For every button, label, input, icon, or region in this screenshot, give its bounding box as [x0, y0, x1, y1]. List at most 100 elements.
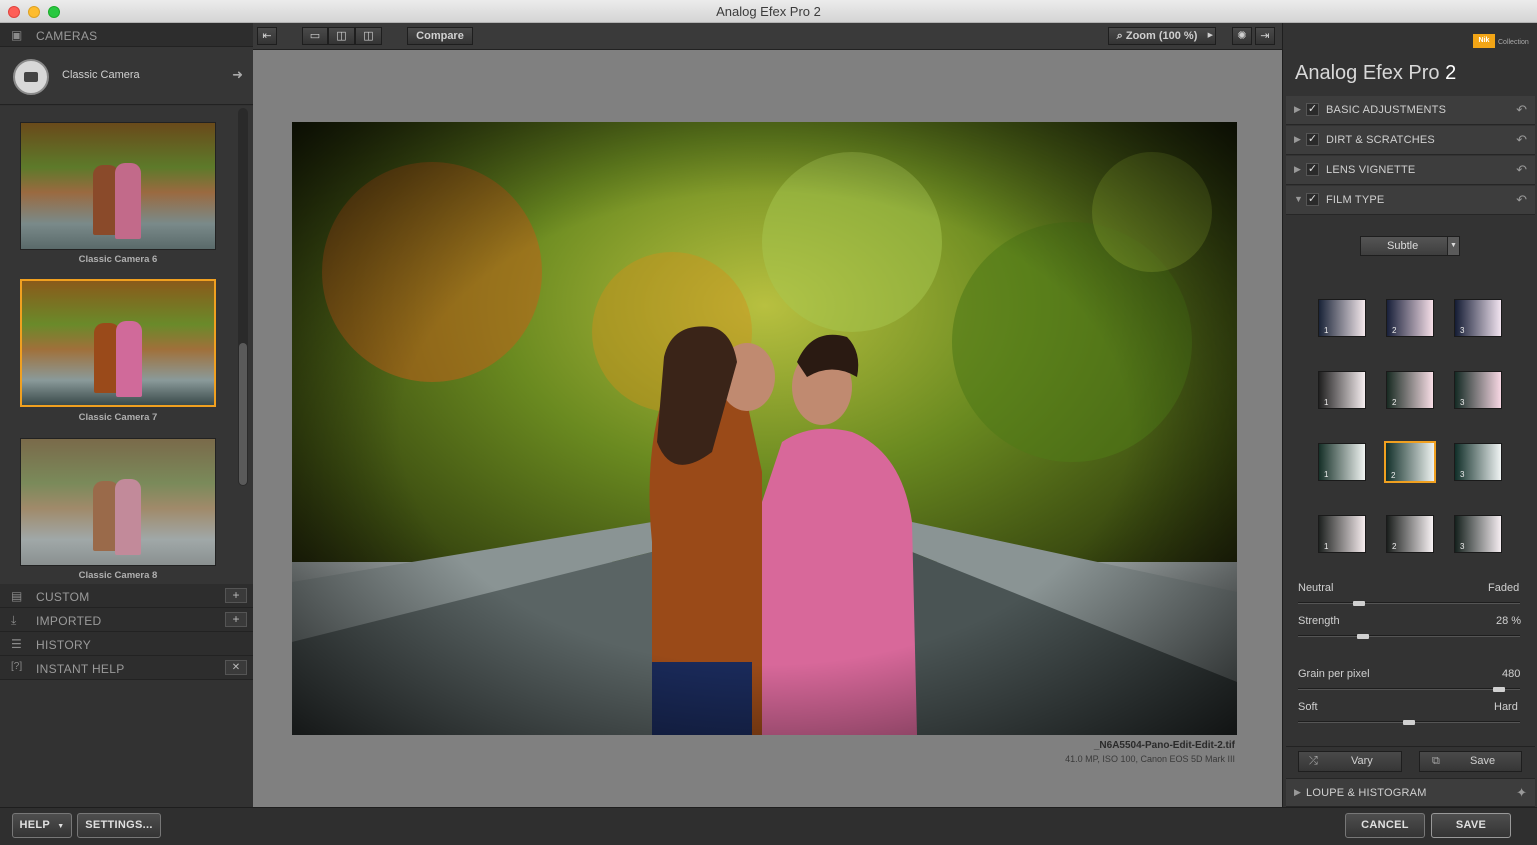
film-swatch[interactable]: 3 — [1454, 371, 1502, 409]
zoom-label: Zoom (100 %) — [1125, 30, 1198, 42]
compare-button[interactable]: Compare — [407, 27, 473, 45]
imported-section[interactable]: ⤓ IMPORTED + — [0, 608, 253, 632]
thumbnail-scrollbar-thumb[interactable] — [239, 343, 247, 485]
shuffle-icon: ⤮ — [1309, 755, 1318, 767]
cancel-button[interactable]: CANCEL — [1345, 813, 1425, 838]
film-swatch[interactable]: 2 — [1386, 299, 1434, 337]
save-preset-button[interactable]: ⧉ Save — [1419, 751, 1522, 772]
strength-value: 28 % — [1496, 615, 1522, 627]
enable-checkbox[interactable]: ✓ — [1306, 133, 1319, 146]
film-swatch-selected[interactable]: 2 — [1384, 441, 1436, 483]
close-instant-help-button[interactable]: ✕ — [225, 660, 247, 675]
view-toolbar: ⇤ ▭ ◫ ◫ Compare ⌕ Zoom (100 %) ▶ ✺ ⇥ — [253, 23, 1282, 50]
preview-photo[interactable] — [292, 122, 1237, 735]
neutral-label: Neutral — [1298, 582, 1334, 594]
zoom-dropdown[interactable]: ⌕ Zoom (100 %) ▶ — [1108, 27, 1216, 45]
strength-label: Strength — [1298, 615, 1340, 627]
enable-checkbox[interactable]: ✓ — [1306, 163, 1319, 176]
add-custom-button[interactable]: + — [225, 588, 247, 603]
nik-collection-logo-text: Collection — [1498, 39, 1529, 46]
product-name: Analog Efex Pro — [1295, 62, 1440, 84]
accordion-dirt-scratches[interactable]: ▶ ✓ DIRT & SCRATCHES ↶ — [1286, 126, 1535, 155]
custom-label: CUSTOM — [36, 590, 90, 604]
strength-slider-knob[interactable] — [1356, 634, 1369, 639]
softness-slider-knob[interactable] — [1403, 720, 1415, 725]
classic-camera-icon — [13, 59, 49, 95]
product-version: 2 — [1445, 62, 1457, 84]
tone-slider-track[interactable] — [1298, 602, 1520, 604]
thumbnail-classic-camera-8[interactable] — [20, 438, 216, 566]
custom-section[interactable]: ▤ CUSTOM + — [0, 584, 253, 608]
reset-icon[interactable]: ↶ — [1516, 132, 1527, 148]
tone-slider-knob[interactable] — [1352, 601, 1365, 606]
arrow-right-icon[interactable]: ➜ — [232, 67, 243, 83]
film-swatch[interactable]: 1 — [1318, 299, 1366, 337]
collapse-triangle-icon[interactable]: ▼ — [1294, 194, 1303, 204]
film-swatch[interactable]: 1 — [1318, 515, 1366, 553]
vary-button[interactable]: ⤮ Vary — [1298, 751, 1402, 772]
history-label: HISTORY — [36, 638, 92, 652]
grain-slider-track[interactable] — [1298, 688, 1520, 690]
instant-help-section[interactable]: [?] INSTANT HELP ✕ — [0, 656, 253, 680]
bottom-bar — [0, 807, 1537, 845]
current-camera-row[interactable]: Classic Camera ➜ — [0, 47, 253, 105]
camera-icon: ▣ — [11, 28, 23, 42]
toggle-browser-button[interactable]: ⇤ — [257, 27, 277, 45]
image-filename: _N6A5504-Pano-Edit-Edit-2.tif — [1093, 740, 1235, 751]
accordion-lens-vignette[interactable]: ▶ ✓ LENS VIGNETTE ↶ — [1286, 156, 1535, 185]
film-preset-dropdown[interactable]: Subtle ▼ — [1360, 236, 1460, 256]
thumbnail-classic-camera-6[interactable] — [20, 122, 216, 250]
expand-triangle-icon[interactable]: ▶ — [1294, 164, 1301, 175]
film-swatch[interactable]: 2 — [1386, 371, 1434, 409]
imported-label: IMPORTED — [36, 614, 102, 628]
help-button[interactable]: HELP ▼ — [12, 813, 72, 838]
accordion-label: FILM TYPE — [1326, 194, 1385, 206]
film-swatch[interactable]: 3 — [1454, 443, 1502, 481]
camera-thumbnails: Classic Camera 6 Classic Camera 7 Classi… — [0, 106, 253, 584]
film-swatch[interactable]: 3 — [1454, 515, 1502, 553]
enable-checkbox[interactable]: ✓ — [1306, 193, 1319, 206]
soft-label: Soft — [1298, 701, 1318, 713]
strength-slider-track[interactable] — [1298, 635, 1520, 637]
current-camera-name: Classic Camera — [62, 69, 140, 81]
add-imported-button[interactable]: + — [225, 612, 247, 627]
grain-value: 480 — [1502, 668, 1521, 680]
divider — [1286, 746, 1535, 747]
nik-collection-logo: Nik — [1473, 34, 1495, 48]
accordion-label: LENS VIGNETTE — [1326, 164, 1416, 176]
expand-triangle-icon[interactable]: ▶ — [1294, 104, 1301, 115]
accordion-label: BASIC ADJUSTMENTS — [1326, 104, 1447, 116]
expand-triangle-icon[interactable]: ▶ — [1294, 134, 1301, 145]
history-section[interactable]: ☰ HISTORY — [0, 632, 253, 656]
expand-triangle-icon[interactable]: ▶ — [1294, 787, 1301, 798]
reset-icon[interactable]: ↶ — [1516, 192, 1527, 208]
save-button[interactable]: SAVE — [1431, 813, 1511, 838]
toggle-controls-button[interactable]: ⇥ — [1255, 27, 1275, 45]
pin-icon[interactable]: ✦ — [1516, 785, 1527, 801]
settings-button[interactable]: SETTINGS... — [77, 813, 161, 838]
single-view-button[interactable]: ▭ — [302, 27, 328, 45]
accordion-basic-adjustments[interactable]: ▶ ✓ BASIC ADJUSTMENTS ↶ — [1286, 96, 1535, 125]
accordion-loupe-histogram[interactable]: ▶ LOUPE & HISTOGRAM ✦ — [1286, 778, 1535, 807]
accordion-film-type[interactable]: ▼ ✓ FILM TYPE ↶ — [1286, 186, 1535, 215]
reset-icon[interactable]: ↶ — [1516, 162, 1527, 178]
dropdown-arrow-icon: ▼ — [57, 823, 65, 830]
film-swatch[interactable]: 3 — [1454, 299, 1502, 337]
split-view-button[interactable]: ◫ — [328, 27, 355, 45]
film-swatch[interactable]: 2 — [1386, 515, 1434, 553]
photo-graphic — [292, 122, 1237, 735]
thumbnail-label: Classic Camera 6 — [78, 254, 158, 265]
side-by-side-view-button[interactable]: ◫ — [355, 27, 382, 45]
help-label: HELP — [19, 819, 50, 831]
vary-label: Vary — [1351, 755, 1373, 767]
film-swatch[interactable]: 1 — [1318, 371, 1366, 409]
faded-label: Faded — [1488, 582, 1520, 594]
reset-icon[interactable]: ↶ — [1516, 102, 1527, 118]
background-toggle-button[interactable]: ✺ — [1232, 27, 1252, 45]
grain-slider-knob[interactable] — [1493, 687, 1506, 692]
enable-checkbox[interactable]: ✓ — [1306, 103, 1319, 116]
thumbnail-classic-camera-7[interactable] — [20, 279, 216, 407]
import-icon: ⤓ — [11, 613, 17, 627]
cameras-header[interactable]: ▣ CAMERAS — [0, 23, 253, 47]
film-swatch[interactable]: 1 — [1318, 443, 1366, 481]
